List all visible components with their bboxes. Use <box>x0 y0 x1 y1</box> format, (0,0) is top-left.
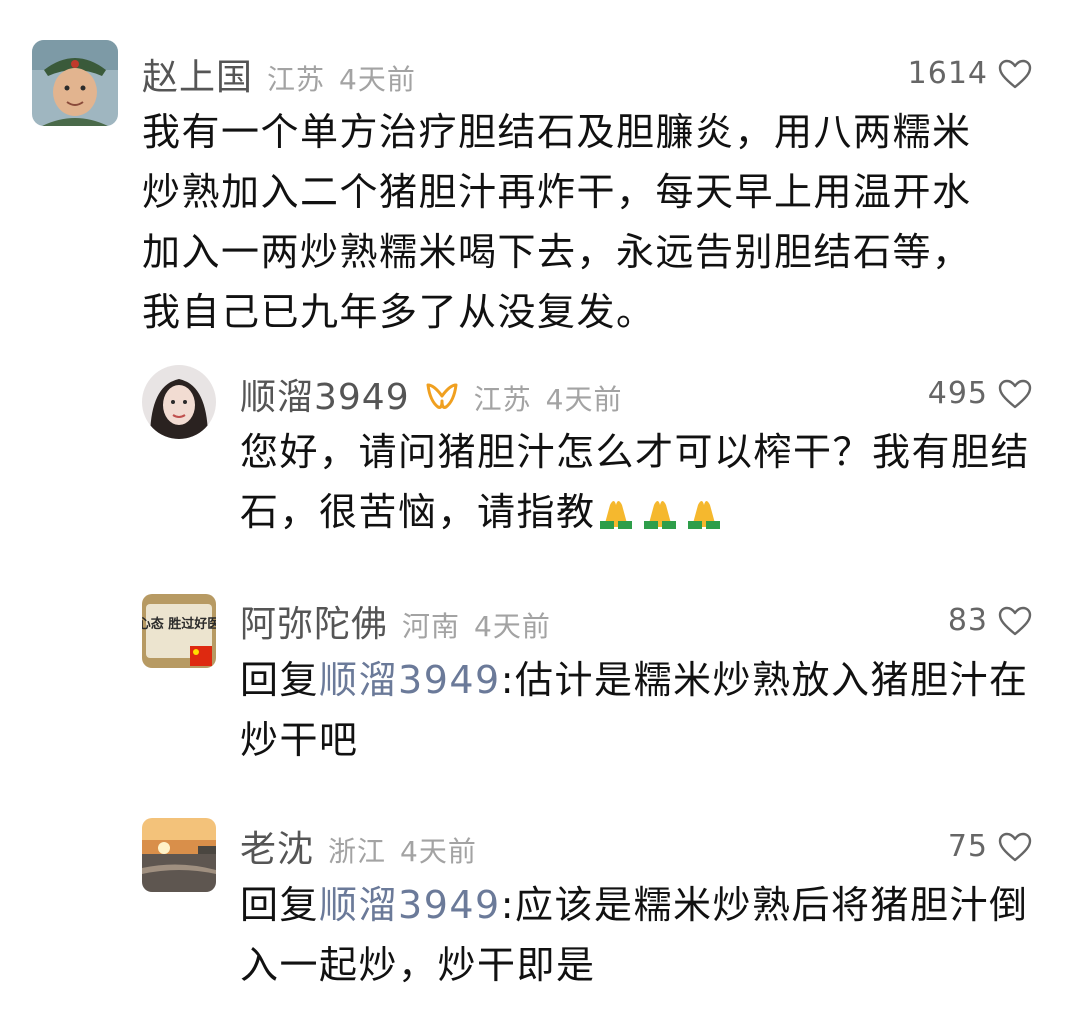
comment-text: 回复顺溜3949:应该是糯米炒熟后将猪胆汁倒 入一起炒，炒干即是 <box>240 875 1029 995</box>
username[interactable]: 老沈 <box>240 820 314 872</box>
comment-line: 炒干吧 <box>240 718 359 762</box>
avatar-caption: 好心态 胜过好医生 <box>142 616 216 632</box>
like-button[interactable]: 83 <box>948 603 1032 638</box>
heart-icon[interactable] <box>998 59 1032 89</box>
location: 江苏 <box>473 383 532 416</box>
folded-hands-emoji-icon <box>599 501 632 529</box>
reply-text: :应该是糯米炒熟后将猪胆汁倒 <box>500 883 1029 927</box>
avatar[interactable] <box>32 40 118 126</box>
vip-badge-icon <box>426 383 458 409</box>
avatar[interactable] <box>142 818 216 892</box>
heart-icon[interactable] <box>998 832 1032 862</box>
avatar[interactable]: 好心态 胜过好医生 <box>142 594 216 668</box>
reply-prefix: 回复 <box>240 883 320 927</box>
reply-to-link[interactable]: 顺溜3949 <box>319 883 501 927</box>
username[interactable]: 阿弥陀佛 <box>240 595 388 647</box>
comment-line: 入一起炒，炒干即是 <box>240 943 596 987</box>
comment-text: 您好，请问猪胆汁怎么才可以榨干？我有胆结 石，很苦恼，请指教 <box>240 422 1030 542</box>
location: 江苏 <box>267 63 326 96</box>
heart-icon[interactable] <box>998 606 1032 636</box>
comment-header: 赵上国 江苏 4天前 <box>142 48 416 100</box>
reply-to-link[interactable]: 顺溜3949 <box>319 658 501 702</box>
folded-hands-emoji-icon <box>643 501 676 529</box>
comment-line: 石，很苦恼，请指教 <box>240 482 1030 542</box>
folded-hands-emoji-icon <box>687 501 720 529</box>
location: 河南 <box>402 610 461 643</box>
like-count: 495 <box>927 376 988 411</box>
comment-line: 我自己已九年多了从没复发。 <box>142 290 656 334</box>
comment-line: 回复顺溜3949:应该是糯米炒熟后将猪胆汁倒 <box>240 875 1029 935</box>
timestamp: 4天前 <box>339 63 416 96</box>
comment-header: 顺溜3949 江苏 4天前 <box>240 368 622 420</box>
timestamp: 4天前 <box>400 835 477 868</box>
reply-text: :估计是糯米炒熟放入猪胆汁在 <box>500 658 1029 702</box>
like-button[interactable]: 495 <box>928 376 1032 411</box>
reply-prefix: 回复 <box>240 658 320 702</box>
like-count: 75 <box>947 829 988 864</box>
avatar[interactable] <box>142 365 216 439</box>
comment-line: 我有一个单方治疗胆结石及胆臁炎，用八两糯米 <box>142 110 972 154</box>
username[interactable]: 顺溜3949 <box>240 368 410 420</box>
comment-header: 阿弥陀佛 河南 4天前 <box>240 595 551 647</box>
timestamp: 4天前 <box>545 383 623 416</box>
comment-header: 老沈 浙江 4天前 <box>240 820 477 872</box>
like-button[interactable]: 1614 <box>908 56 1032 91</box>
like-count: 83 <box>947 603 988 638</box>
comment-line: 您好，请问猪胆汁怎么才可以榨干？我有胆结 <box>240 430 1031 474</box>
comment-line-text: 石，很苦恼，请指教 <box>240 490 596 534</box>
comment-text: 我有一个单方治疗胆结石及胆臁炎，用八两糯米 炒熟加入二个猪胆汁再炸干，每天早上用… <box>142 102 972 342</box>
username[interactable]: 赵上国 <box>142 48 253 100</box>
comment-line: 炒熟加入二个猪胆汁再炸干，每天早上用温开水 <box>142 170 972 214</box>
comment-line: 回复顺溜3949:估计是糯米炒熟放入猪胆汁在 <box>240 650 1029 710</box>
like-count: 1614 <box>907 56 988 91</box>
timestamp: 4天前 <box>474 610 551 643</box>
location: 浙江 <box>328 835 387 868</box>
comment-line: 加入一两炒熟糯米喝下去，永远告别胆结石等， <box>142 230 972 274</box>
like-button[interactable]: 75 <box>948 829 1032 864</box>
heart-icon[interactable] <box>998 379 1032 409</box>
comment-text: 回复顺溜3949:估计是糯米炒熟放入猪胆汁在 炒干吧 <box>240 650 1029 770</box>
